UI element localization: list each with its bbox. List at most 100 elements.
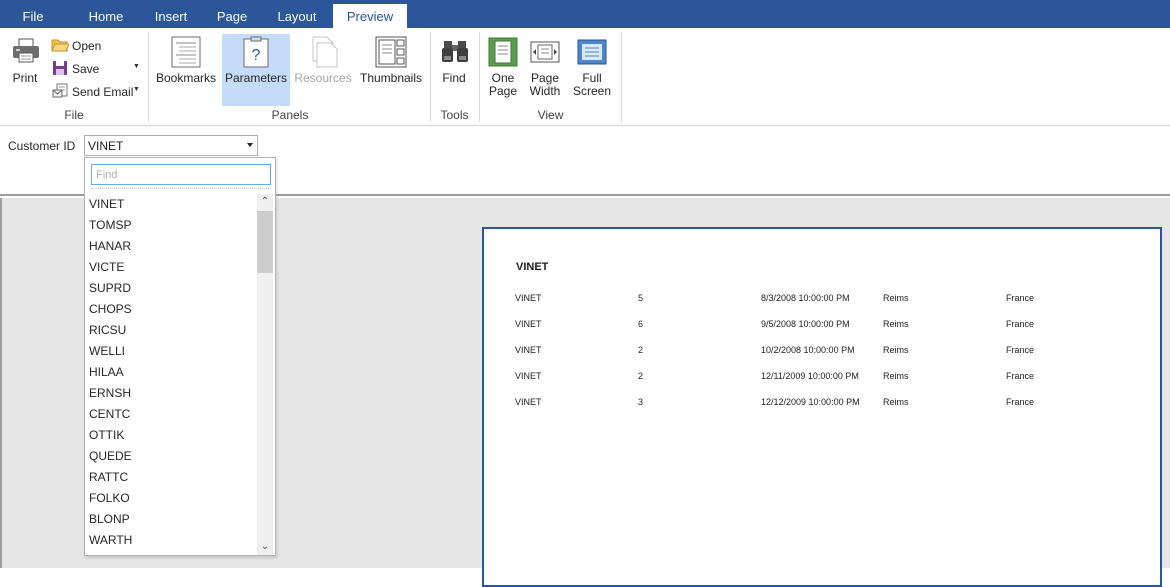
- report-cell-date: 8/3/2008 10:00:00 PM: [761, 293, 850, 303]
- one-page-label-line2: Page: [488, 84, 518, 98]
- bookmarks-button[interactable]: Bookmarks: [154, 34, 218, 106]
- tab-preview[interactable]: Preview: [333, 4, 407, 29]
- report-cell-customer: VINET: [515, 397, 542, 407]
- file-group-label: File: [64, 108, 84, 122]
- parameters-icon: ?: [243, 36, 269, 71]
- list-item[interactable]: QUEDE: [85, 446, 256, 467]
- divider: [91, 188, 271, 189]
- parameters-button[interactable]: ? Parameters: [222, 34, 290, 106]
- customer-id-value: VINET: [88, 139, 124, 153]
- list-item[interactable]: HANAR: [85, 236, 256, 257]
- send-email-icon: [52, 83, 69, 102]
- open-label: Open: [72, 39, 102, 53]
- resources-button[interactable]: Resources: [294, 34, 352, 106]
- list-item[interactable]: VICTE: [85, 257, 256, 278]
- list-item[interactable]: WELLI: [85, 341, 256, 362]
- report-row: VINET 2 12/11/2009 10:00:00 PM Reims Fra…: [484, 371, 1160, 385]
- report-cell-date: 9/5/2008 10:00:00 PM: [761, 319, 850, 329]
- report-cell-date: 12/12/2009 10:00:00 PM: [761, 397, 860, 407]
- report-cell-customer: VINET: [515, 371, 542, 381]
- vertical-scrollbar[interactable]: ⌃ ⌄: [257, 194, 273, 555]
- report-page: VINET VINET 5 8/3/2008 10:00:00 PM Reims…: [482, 227, 1162, 587]
- group-divider: [621, 32, 622, 122]
- tab-file[interactable]: File: [8, 0, 58, 28]
- tab-insert[interactable]: Insert: [143, 0, 199, 28]
- list-item[interactable]: OTTIK: [85, 425, 256, 446]
- report-cell-city: Reims: [883, 397, 909, 407]
- list-item[interactable]: VINET: [85, 194, 256, 215]
- panels-group-label: Panels: [271, 108, 309, 122]
- report-cell-customer: VINET: [515, 345, 542, 355]
- report-cell-date: 10/2/2008 10:00:00 PM: [761, 345, 855, 355]
- full-screen-button[interactable]: Full Screen: [570, 34, 614, 106]
- tab-page[interactable]: Page: [207, 0, 257, 28]
- save-label: Save: [72, 62, 100, 76]
- customer-id-combobox[interactable]: VINET: [84, 135, 258, 156]
- one-page-label: One Page: [484, 72, 522, 98]
- thumbnails-button[interactable]: Thumbnails: [358, 34, 424, 106]
- full-screen-icon: [577, 37, 607, 70]
- resources-label: Resources: [294, 71, 352, 85]
- chevron-down-icon[interactable]: ▼: [133, 86, 140, 93]
- list-item[interactable]: CENTC: [85, 404, 256, 425]
- report-cell-country: France: [1006, 345, 1035, 355]
- ribbon: Print Open Save ▼ Send Email ▼ File Book…: [0, 28, 1170, 126]
- find-input[interactable]: [91, 164, 271, 185]
- report-cell-customer: VINET: [515, 319, 542, 329]
- bookmarks-icon: [171, 36, 201, 71]
- binoculars-icon: [441, 38, 469, 67]
- tab-home[interactable]: Home: [78, 0, 134, 28]
- scrollbar-thumb[interactable]: [257, 211, 273, 273]
- customer-id-label: Customer ID: [8, 139, 76, 153]
- report-cell-city: Reims: [883, 319, 909, 329]
- tools-group-label: Tools: [440, 108, 469, 122]
- one-page-label-line1: One: [491, 71, 515, 85]
- parameters-label: Parameters: [224, 71, 288, 85]
- report-cell-date: 12/11/2009 10:00:00 PM: [761, 371, 859, 381]
- list-item[interactable]: BLONP: [85, 509, 256, 530]
- find-button[interactable]: Find: [436, 34, 472, 106]
- tab-layout[interactable]: Layout: [268, 0, 326, 28]
- floppy-disk-icon: [52, 60, 68, 79]
- send-email-label: Send Email: [72, 85, 134, 99]
- list-item[interactable]: RATTC: [85, 467, 256, 488]
- one-page-icon: [488, 37, 518, 70]
- group-divider: [148, 32, 149, 122]
- list-item[interactable]: ERNSH: [85, 383, 256, 404]
- list-item[interactable]: CHOPS: [85, 299, 256, 320]
- report-row: VINET 2 10/2/2008 10:00:00 PM Reims Fran…: [484, 345, 1160, 359]
- report-row: VINET 3 12/12/2009 10:00:00 PM Reims Fra…: [484, 397, 1160, 411]
- report-cell-city: Reims: [883, 293, 909, 303]
- list-item[interactable]: RICSU: [85, 320, 256, 341]
- page-width-button[interactable]: Page Width: [526, 34, 564, 106]
- report-cell-country: France: [1006, 293, 1035, 303]
- report-cell-customer: VINET: [515, 293, 542, 303]
- list-item[interactable]: FOLKO: [85, 488, 256, 509]
- chevron-down-icon[interactable]: ⌄: [257, 539, 273, 555]
- chevron-down-icon[interactable]: [247, 143, 253, 147]
- report-row: VINET 6 9/5/2008 10:00:00 PM Reims Franc…: [484, 319, 1160, 333]
- chevron-down-icon[interactable]: ▼: [133, 63, 140, 70]
- printer-icon: [11, 38, 41, 67]
- report-cell-country: France: [1006, 319, 1035, 329]
- report-cell-qty: 6: [638, 319, 644, 329]
- page-width-label-line2: Width: [529, 84, 561, 98]
- list-item[interactable]: TOMSP: [85, 215, 256, 236]
- report-cell-country: France: [1006, 397, 1035, 407]
- print-button[interactable]: Print: [6, 34, 44, 100]
- resources-icon: [308, 36, 338, 71]
- find-label: Find: [442, 71, 466, 85]
- folder-open-icon: [51, 37, 70, 56]
- report-cell-qty: 2: [638, 371, 644, 381]
- send-email-button[interactable]: Send Email ▼: [51, 82, 141, 102]
- open-button[interactable]: Open: [51, 36, 141, 56]
- one-page-button[interactable]: One Page: [484, 34, 522, 106]
- bookmarks-label: Bookmarks: [155, 71, 217, 85]
- list-item[interactable]: SUPRD: [85, 278, 256, 299]
- chevron-up-icon[interactable]: ⌃: [257, 194, 273, 210]
- ribbon-tab-bar: File Home Insert Page Layout Preview: [0, 0, 1170, 29]
- list-item[interactable]: WARTH: [85, 530, 256, 551]
- save-button[interactable]: Save ▼: [51, 59, 141, 79]
- list-item[interactable]: HILAA: [85, 362, 256, 383]
- page-width-label: Page Width: [526, 72, 564, 98]
